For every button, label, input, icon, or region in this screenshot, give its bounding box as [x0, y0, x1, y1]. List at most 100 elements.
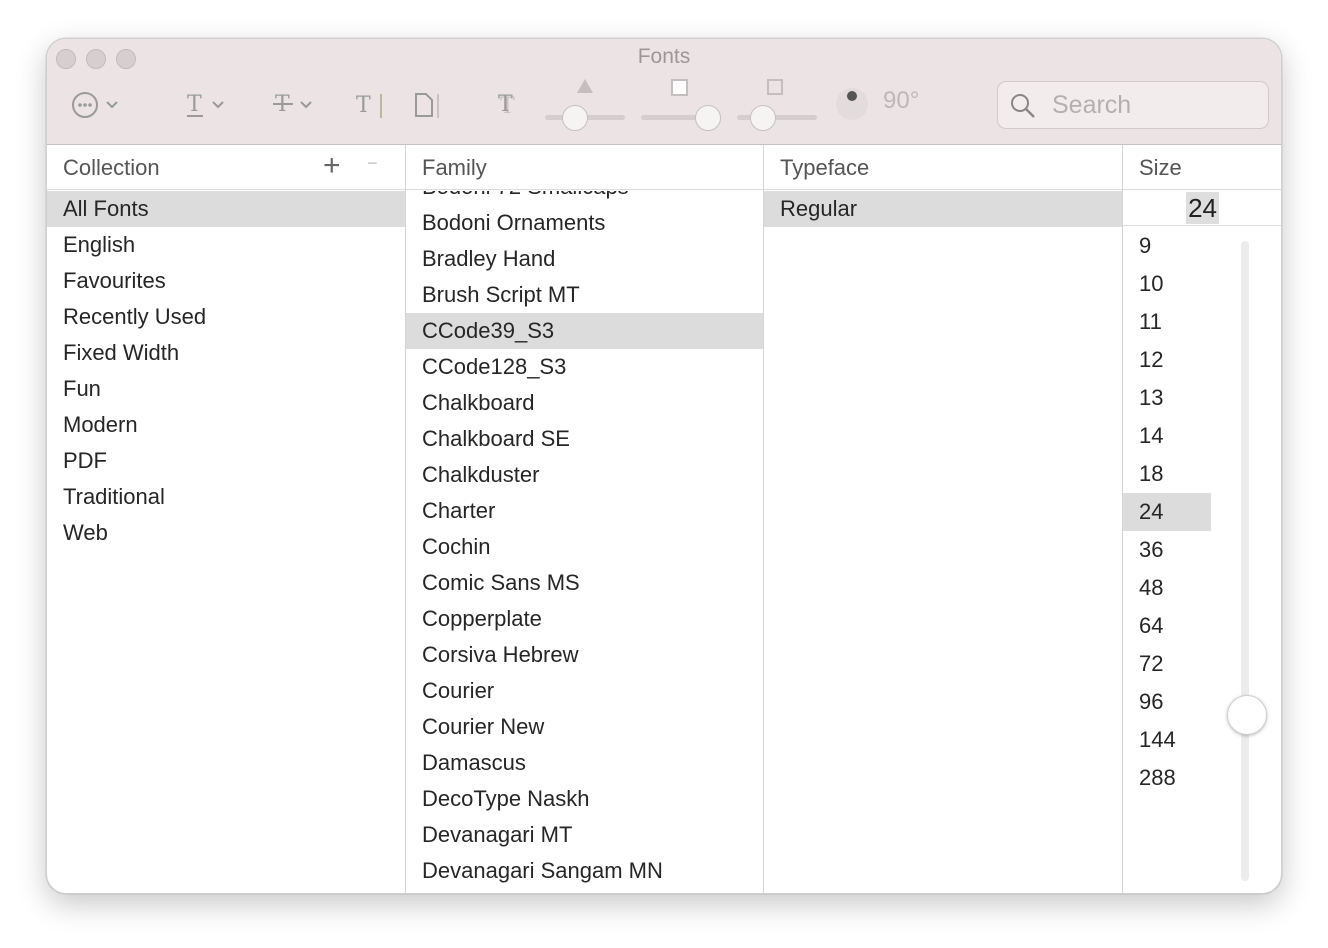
column-divider[interactable] — [405, 145, 406, 893]
document-color-button[interactable] — [413, 91, 441, 121]
shadow-blur-icon — [671, 79, 688, 96]
svg-text:T: T — [356, 93, 371, 118]
fonts-window: Fonts T T T T T 90° Search Collection + … — [46, 38, 1282, 894]
shadow-offset-slider[interactable] — [737, 115, 817, 120]
size-input-value[interactable]: 24 — [1186, 192, 1219, 224]
size-slider[interactable] — [1241, 241, 1249, 881]
family-item[interactable]: Charter — [406, 493, 763, 529]
size-item[interactable]: 13 — [1123, 379, 1211, 417]
size-item[interactable]: 24 — [1123, 493, 1211, 531]
shadow-opacity-icon — [577, 79, 593, 93]
add-collection-button[interactable]: + — [323, 149, 341, 183]
family-list: Bodoni 72 SmallcapsBodoni OrnamentsBradl… — [406, 191, 763, 893]
search-placeholder: Search — [1052, 91, 1132, 119]
collection-item[interactable]: English — [47, 227, 405, 263]
family-item[interactable]: CCode39_S3 — [406, 313, 763, 349]
text-shadow-button[interactable]: T T — [497, 91, 523, 121]
size-item[interactable]: 14 — [1123, 417, 1211, 455]
titlebar: Fonts T T T T T 90° Search — [47, 39, 1281, 145]
shadow-opacity-knob[interactable] — [562, 105, 588, 131]
size-item[interactable]: 288 — [1123, 759, 1211, 797]
window-title: Fonts — [637, 45, 691, 68]
size-item[interactable]: 10 — [1123, 265, 1211, 303]
size-item[interactable]: 9 — [1123, 227, 1211, 265]
rotation-dial-icon[interactable] — [835, 87, 869, 121]
ellipsis-circle-icon — [72, 92, 118, 118]
shadow-offset-icon — [767, 79, 783, 95]
text-underline-icon: T — [187, 92, 224, 117]
text-color-icon: T — [356, 93, 382, 118]
size-item[interactable]: 36 — [1123, 531, 1211, 569]
family-item[interactable]: Bradley Hand — [406, 241, 763, 277]
collection-column: Collection + − All Fonts English Favourite… — [47, 145, 405, 893]
family-item[interactable]: Devanagari Sangam MN — [406, 853, 763, 889]
size-slider-knob[interactable] — [1227, 695, 1267, 735]
strikethrough-menu-button[interactable]: T — [273, 91, 317, 119]
size-item[interactable]: 48 — [1123, 569, 1211, 607]
collection-item[interactable]: Web — [47, 515, 405, 551]
document-icon — [415, 93, 439, 118]
column-divider[interactable] — [1122, 145, 1123, 893]
family-header: Family — [406, 145, 763, 190]
typeface-header: Typeface — [764, 145, 1122, 190]
family-item[interactable]: Copperplate — [406, 601, 763, 637]
family-item[interactable]: Cochin — [406, 529, 763, 565]
action-menu-button[interactable] — [71, 91, 127, 119]
search-field[interactable]: Search — [997, 81, 1269, 129]
size-header-label: Size — [1139, 155, 1182, 180]
collection-item[interactable]: Fixed Width — [47, 335, 405, 371]
size-item[interactable]: 64 — [1123, 607, 1211, 645]
svg-text:T: T — [498, 92, 513, 117]
collection-header: Collection + − — [47, 145, 405, 190]
family-item[interactable]: Damascus — [406, 745, 763, 781]
rotation-label: 90° — [883, 87, 920, 114]
family-item[interactable]: Bodoni 72 Smallcaps — [406, 191, 763, 205]
collection-header-label: Collection — [63, 155, 160, 180]
collection-item[interactable]: Traditional — [47, 479, 405, 515]
family-item[interactable]: CCode128_S3 — [406, 349, 763, 385]
search-icon — [1011, 94, 1035, 118]
family-item[interactable]: Brush Script MT — [406, 277, 763, 313]
svg-text:T: T — [187, 92, 202, 117]
size-input[interactable]: 24 — [1123, 190, 1281, 226]
collection-item[interactable]: PDF — [47, 443, 405, 479]
typeface-header-label: Typeface — [780, 155, 870, 180]
family-item[interactable]: Courier — [406, 673, 763, 709]
size-item[interactable]: 72 — [1123, 645, 1211, 683]
text-shadow-icon: T T — [498, 92, 515, 119]
typeface-column: Typeface Regular — [764, 145, 1122, 893]
family-item[interactable]: Courier New — [406, 709, 763, 745]
collection-item[interactable]: All Fonts — [47, 191, 405, 227]
family-header-label: Family — [422, 155, 487, 180]
collection-item[interactable]: Recently Used — [47, 299, 405, 335]
family-item[interactable]: DecoType Naskh — [406, 781, 763, 817]
shadow-offset-knob[interactable] — [750, 105, 776, 131]
collection-list: All Fonts English Favourites Recently Used F… — [47, 191, 405, 893]
size-item[interactable]: 11 — [1123, 303, 1211, 341]
remove-collection-button[interactable]: − — [367, 153, 378, 174]
size-header: Size — [1123, 145, 1281, 190]
text-strikethrough-icon: T — [273, 92, 312, 117]
text-color-button[interactable]: T — [355, 91, 387, 121]
family-item[interactable]: Corsiva Hebrew — [406, 637, 763, 673]
family-item[interactable]: Chalkboard SE — [406, 421, 763, 457]
size-column: Size 24 9 10 11 12 13 14 18 24 36 48 64 72 96 144 288 — [1123, 145, 1281, 893]
typeface-list: Regular — [764, 191, 1122, 893]
size-item[interactable]: 144 — [1123, 721, 1211, 759]
typeface-item[interactable]: Regular — [764, 191, 1122, 227]
shadow-blur-knob[interactable] — [695, 105, 721, 131]
family-item[interactable]: Chalkboard — [406, 385, 763, 421]
family-column: Family Bodoni 72 SmallcapsBodoni Ornamen… — [406, 145, 763, 893]
collection-item[interactable]: Modern — [47, 407, 405, 443]
family-item[interactable]: Bodoni Ornaments — [406, 205, 763, 241]
size-item[interactable]: 96 — [1123, 683, 1211, 721]
size-item[interactable]: 12 — [1123, 341, 1211, 379]
family-item[interactable]: Chalkduster — [406, 457, 763, 493]
collection-item[interactable]: Fun — [47, 371, 405, 407]
underline-menu-button[interactable]: T — [185, 91, 229, 119]
family-item[interactable]: Comic Sans MS — [406, 565, 763, 601]
size-item[interactable]: 18 — [1123, 455, 1211, 493]
family-item[interactable]: Devanagari MT — [406, 817, 763, 853]
column-divider[interactable] — [763, 145, 764, 893]
collection-item[interactable]: Favourites — [47, 263, 405, 299]
